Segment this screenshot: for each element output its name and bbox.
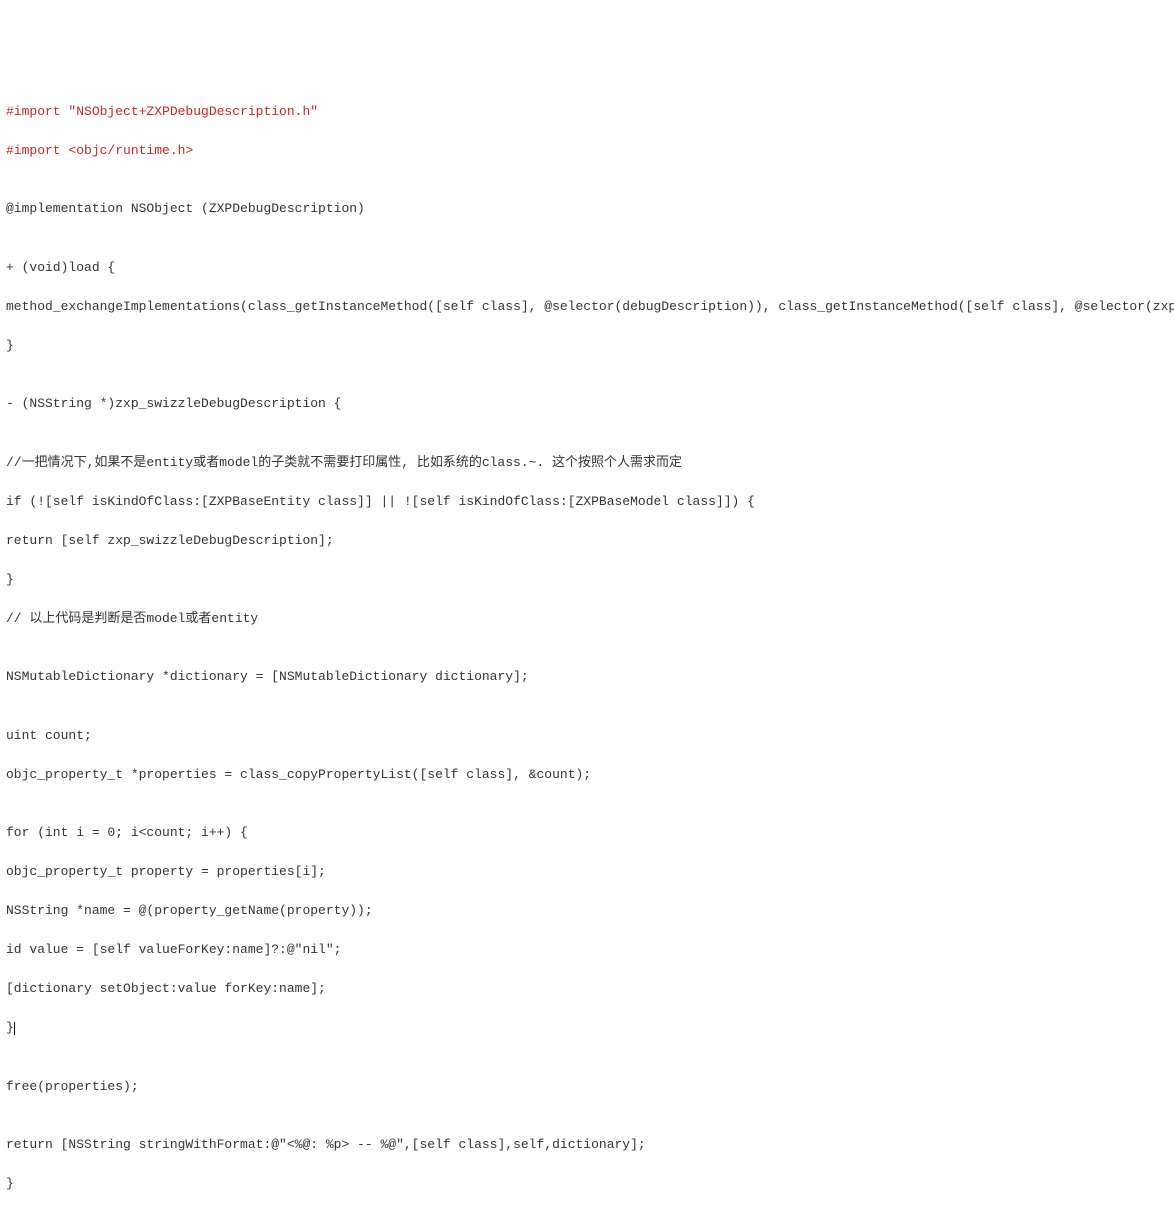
- text-cursor: [14, 1022, 15, 1035]
- free-line: free(properties);: [6, 1077, 1168, 1097]
- close-brace-line: }: [6, 1174, 1168, 1194]
- method-exchange-line: method_exchangeImplementations(class_get…: [6, 297, 1168, 317]
- uint-count-line: uint count;: [6, 726, 1168, 746]
- dictionary-line: NSMutableDictionary *dictionary = [NSMut…: [6, 667, 1168, 687]
- swizzle-method-line: - (NSString *)zxp_swizzleDebugDescriptio…: [6, 394, 1168, 414]
- comment-line-1: //一把情况下,如果不是entity或者model的子类就不需要打印属性, 比如…: [6, 453, 1168, 473]
- return-line-1: return [self zxp_swizzleDebugDescription…: [6, 531, 1168, 551]
- code-block: #import "NSObject+ZXPDebugDescription.h"…: [6, 82, 1168, 1230]
- for-loop-line: for (int i = 0; i<count; i++) {: [6, 823, 1168, 843]
- implementation-line: @implementation NSObject (ZXPDebugDescri…: [6, 199, 1168, 219]
- comment-line-2: // 以上代码是判断是否model或者entity: [6, 609, 1168, 629]
- close-brace-line: }: [6, 336, 1168, 356]
- if-condition-line: if (![self isKindOfClass:[ZXPBaseEntity …: [6, 492, 1168, 512]
- close-brace-line: }: [6, 570, 1168, 590]
- properties-line: objc_property_t *properties = class_copy…: [6, 765, 1168, 785]
- import-line-1: #import "NSObject+ZXPDebugDescription.h": [6, 102, 1168, 122]
- value-line: id value = [self valueForKey:name]?:@"ni…: [6, 940, 1168, 960]
- setobject-line: [dictionary setObject:value forKey:name]…: [6, 979, 1168, 999]
- property-line: objc_property_t property = properties[i]…: [6, 862, 1168, 882]
- name-line: NSString *name = @(property_getName(prop…: [6, 901, 1168, 921]
- import-line-2: #import <objc/runtime.h>: [6, 141, 1168, 161]
- close-brace-text: }: [6, 1020, 14, 1035]
- load-method-line: + (void)load {: [6, 258, 1168, 278]
- return-format-line: return [NSString stringWithFormat:@"<%@:…: [6, 1135, 1168, 1155]
- close-brace-cursor-line[interactable]: }: [6, 1018, 1168, 1038]
